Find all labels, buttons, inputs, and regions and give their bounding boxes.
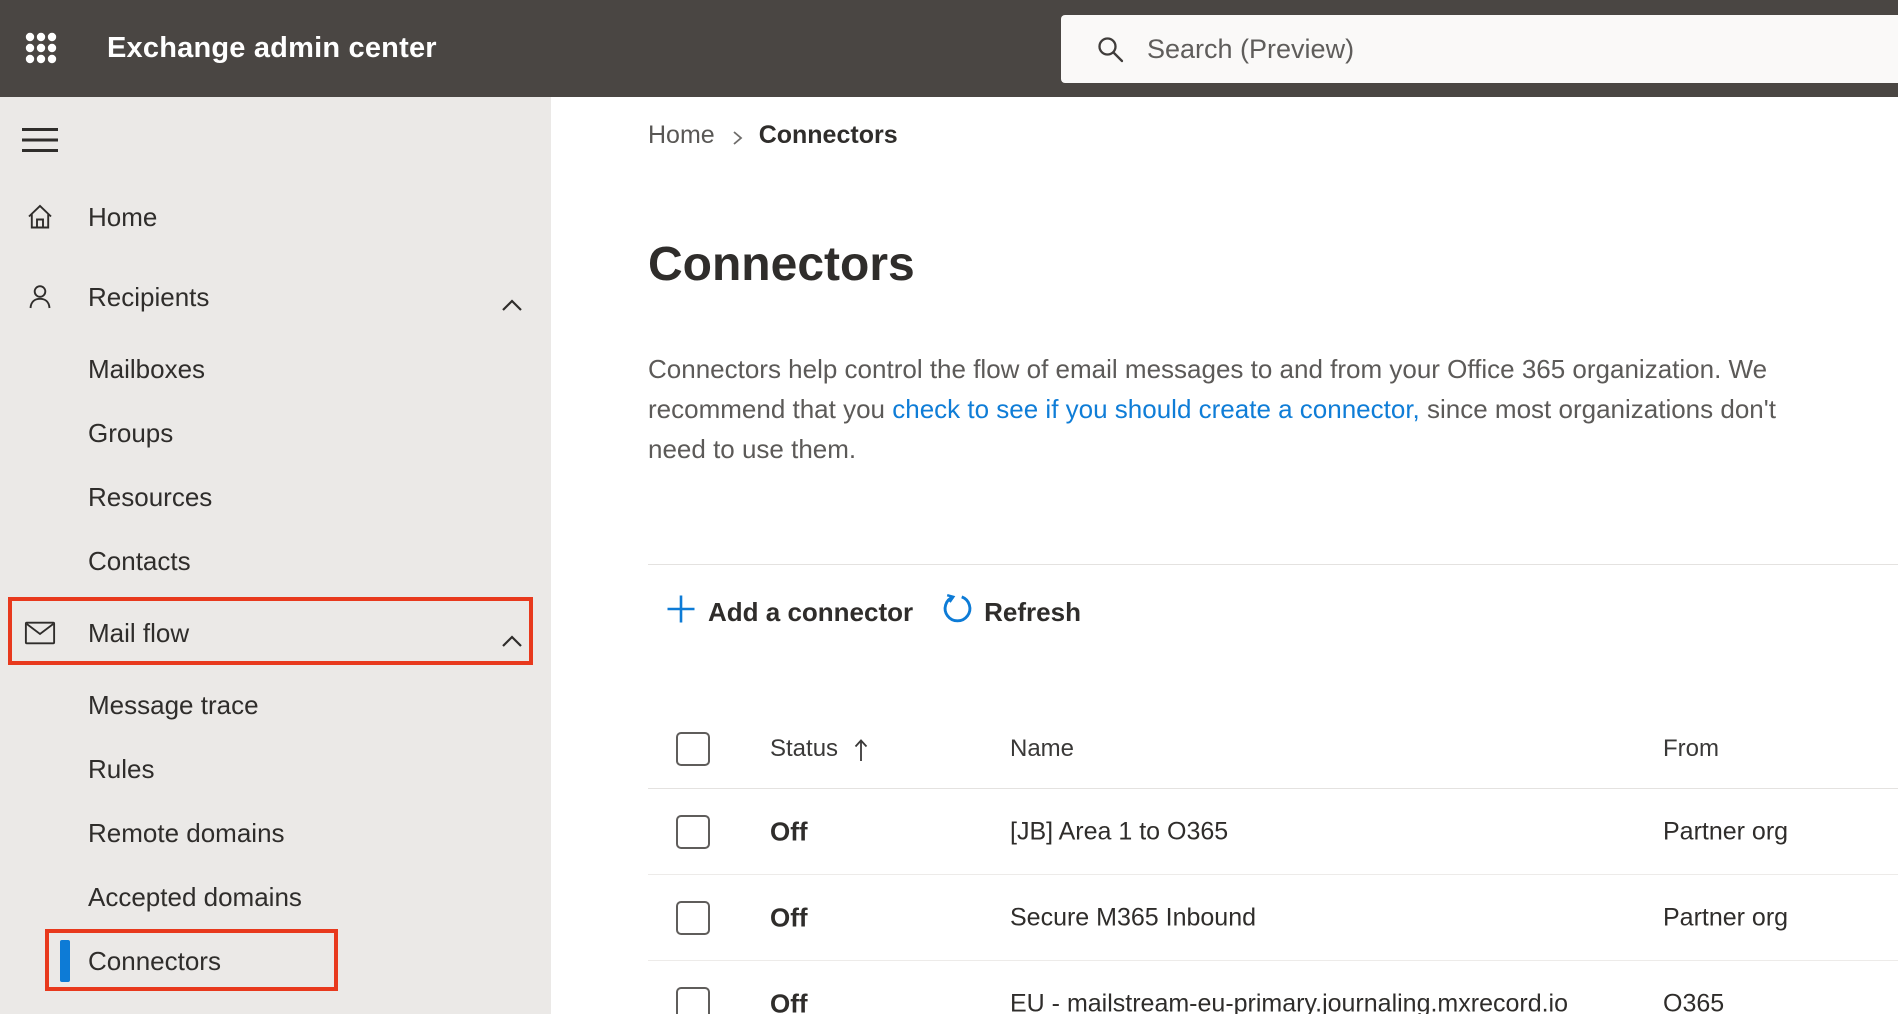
command-bar: Add a connector Refresh [648, 583, 1898, 641]
refresh-button[interactable]: Refresh [941, 592, 1081, 632]
row-from: O365 [1663, 989, 1725, 1014]
sidebar-item-recipients[interactable]: Recipients [0, 265, 551, 329]
person-icon [24, 281, 56, 313]
sidebar-item-home[interactable]: Home [0, 185, 551, 249]
sidebar-item-label: Connectors [88, 945, 221, 976]
search-input[interactable] [1147, 33, 1787, 65]
table-row[interactable]: Off EU - mailstream-eu-primary.journalin… [648, 961, 1898, 1014]
sidebar-item-contacts[interactable]: Contacts [0, 529, 551, 593]
row-name: Secure M365 Inbound [1010, 903, 1257, 931]
description-line1: Connectors help control the flow of emai… [648, 354, 1768, 384]
chevron-up-icon[interactable] [500, 289, 524, 311]
row-checkbox[interactable] [676, 900, 710, 935]
breadcrumb-home-link[interactable]: Home [648, 121, 715, 150]
row-from: Partner org [1663, 817, 1789, 845]
search-icon [1095, 34, 1125, 64]
page-title: Connectors [648, 238, 915, 291]
sidebar-item-accepted-domains[interactable]: Accepted domains [0, 865, 551, 929]
column-header-name[interactable]: Name [1010, 735, 1074, 763]
table-header-row: Status Name From [648, 709, 1898, 789]
description-line3: need to use them. [648, 434, 857, 464]
sidebar-item-resources[interactable]: Resources [0, 465, 551, 529]
sidebar-item-label: Home [88, 201, 158, 232]
envelope-icon [24, 617, 56, 649]
sidebar-item-label: Mailboxes [88, 353, 206, 384]
sidebar-item-groups[interactable]: Groups [0, 401, 551, 465]
table-row[interactable]: Off Secure M365 Inbound Partner org [648, 875, 1898, 961]
refresh-label: Refresh [984, 596, 1081, 627]
checkbox-icon[interactable] [676, 814, 710, 849]
selected-indicator-bar [60, 940, 70, 982]
main-content: Home Connectors Connectors Connectors he… [551, 97, 1898, 1014]
row-checkbox[interactable] [676, 814, 710, 849]
sort-ascending-icon [852, 737, 870, 763]
chevron-up-icon[interactable] [500, 625, 524, 647]
sidebar-item-label: Recipients [88, 281, 210, 312]
nav-collapse-button[interactable] [22, 127, 58, 153]
sidebar-item-remote-domains[interactable]: Remote domains [0, 801, 551, 865]
sidebar-item-label: Resources [88, 481, 213, 512]
sidebar-item-label: Mail flow [88, 617, 190, 648]
sidebar-item-message-trace[interactable]: Message trace [0, 673, 551, 737]
sidebar-item-mail-flow[interactable]: Mail flow [0, 601, 551, 665]
app-title: Exchange admin center [107, 32, 437, 64]
row-name: [JB] Area 1 to O365 [1010, 817, 1229, 845]
column-header-from[interactable]: From [1663, 735, 1719, 763]
column-header-status-label: Status [770, 734, 839, 762]
checkbox-icon[interactable] [676, 900, 710, 935]
row-status: Off [770, 988, 808, 1014]
chevron-right-icon [729, 126, 745, 146]
checkbox-icon[interactable] [676, 731, 710, 766]
sidebar-item-label: Message trace [88, 689, 259, 720]
sidebar-item-label: Remote domains [88, 817, 285, 848]
app-launcher-button[interactable] [24, 31, 58, 65]
refresh-icon [941, 592, 974, 632]
top-app-bar: Exchange admin center [0, 0, 1898, 97]
row-checkbox[interactable] [676, 986, 710, 1014]
sidebar-item-mailboxes[interactable]: Mailboxes [0, 337, 551, 401]
toolbar-divider [648, 564, 1898, 565]
global-search-box[interactable] [1061, 15, 1898, 83]
exchange-admin-center-window: Exchange admin center Search (Preview) H… [0, 0, 1898, 1014]
home-icon [24, 201, 56, 233]
sidebar-item-label: Contacts [88, 545, 191, 576]
row-status: Off [770, 816, 808, 846]
row-status: Off [770, 902, 808, 932]
sidebar-item-label: Groups [88, 417, 174, 448]
page-description: Connectors help control the flow of emai… [648, 349, 1898, 469]
sidebar-item-rules[interactable]: Rules [0, 737, 551, 801]
create-connector-check-link[interactable]: check to see if you should create a conn… [892, 394, 1420, 424]
column-header-status[interactable]: Status [770, 735, 870, 763]
description-line2-after: since most organizations don't [1419, 394, 1776, 424]
sidebar-item-label: Rules [88, 753, 155, 784]
breadcrumb: Home Connectors [648, 119, 1898, 151]
add-connector-label: Add a connector [708, 596, 914, 627]
sidebar-item-label: Accepted domains [88, 881, 302, 912]
row-name: EU - mailstream-eu-primary.journaling.mx… [1010, 989, 1569, 1014]
checkbox-icon[interactable] [676, 986, 710, 1014]
nav-list: Home Recipients Mailboxes Groups Resourc… [0, 185, 551, 993]
select-all-checkbox[interactable] [676, 731, 710, 766]
breadcrumb-current: Connectors [758, 120, 898, 149]
row-from: Partner org [1663, 903, 1789, 931]
left-navigation: Home Recipients Mailboxes Groups Resourc… [0, 97, 551, 1014]
add-connector-button[interactable]: Add a connector [664, 592, 913, 633]
hamburger-icon [22, 128, 58, 157]
table-row[interactable]: Off [JB] Area 1 to O365 Partner org [648, 789, 1898, 875]
plus-icon [664, 592, 698, 633]
description-line2-before: recommend that you [648, 394, 893, 424]
sidebar-item-connectors[interactable]: Connectors [0, 929, 551, 993]
waffle-icon [24, 32, 58, 69]
